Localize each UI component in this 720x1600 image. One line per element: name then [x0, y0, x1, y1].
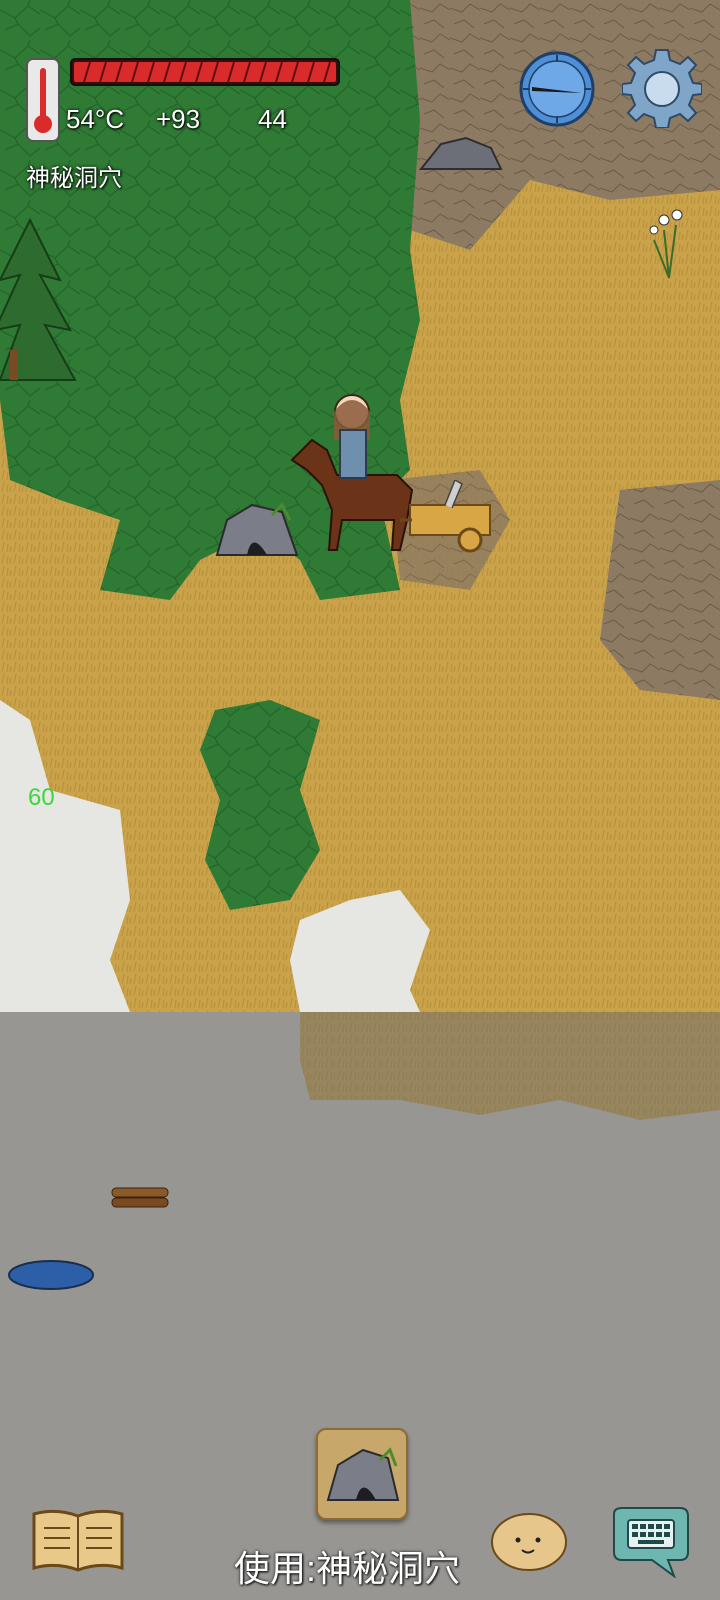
- wood-logs[interactable]: [110, 1182, 170, 1212]
- bonus-text: +93: [156, 104, 201, 134]
- rock-north[interactable]: [416, 134, 506, 174]
- health-bar: [70, 58, 340, 86]
- temperature-text: 54°C: [66, 104, 125, 134]
- count-text: 44: [258, 104, 287, 134]
- potato-face-icon[interactable]: [490, 1510, 568, 1572]
- thermometer-icon: [26, 58, 60, 142]
- mysterious-cave-icon: [326, 1447, 400, 1501]
- water-puddle[interactable]: [6, 1255, 96, 1295]
- use-action-label[interactable]: 使用:神秘洞穴: [234, 1540, 460, 1592]
- game-world[interactable]: 60: [0, 0, 720, 1600]
- wooden-cart[interactable]: [400, 480, 510, 555]
- keyboard-speech-bubble-icon[interactable]: [608, 1506, 692, 1579]
- gear-icon[interactable]: [621, 48, 703, 129]
- fps-counter: 60: [28, 784, 55, 811]
- location-name: 神秘洞穴: [26, 165, 122, 192]
- pine-tree[interactable]: [0, 200, 80, 390]
- white-flower[interactable]: [644, 200, 694, 280]
- use-item-slot[interactable]: [316, 1428, 408, 1520]
- compass-icon[interactable]: [518, 50, 596, 128]
- open-book-icon[interactable]: [30, 1508, 126, 1574]
